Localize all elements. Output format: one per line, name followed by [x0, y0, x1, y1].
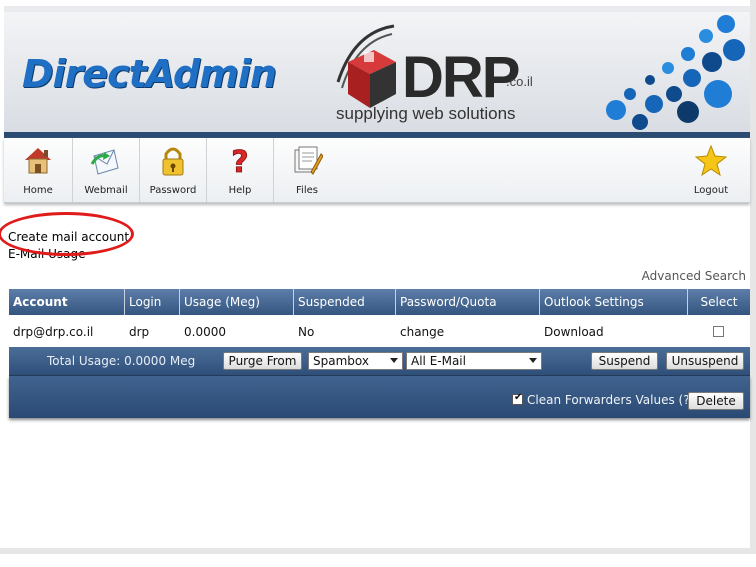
star-icon — [695, 144, 727, 177]
toolbar-home[interactable]: Home — [4, 138, 73, 202]
toolbar-help[interactable]: ? Help — [207, 138, 274, 202]
cell-usage: 0.0000 — [184, 325, 226, 339]
svg-text:?: ? — [231, 145, 248, 178]
toolbar-home-label: Home — [23, 185, 53, 196]
unsuspend-button[interactable]: Unsuspend — [666, 352, 744, 370]
drp-cube-logo-icon — [336, 24, 396, 108]
toolbar-password-label: Password — [149, 185, 197, 196]
column-header-select: Select — [700, 295, 738, 309]
column-header-password-quota: Password/Quota — [396, 289, 540, 315]
clean-forwarders-checkbox[interactable]: ✔ — [512, 392, 523, 405]
files-icon — [294, 146, 323, 175]
table-row: drp@drp.co.il drp 0.0000 No change Downl… — [9, 317, 750, 347]
table-delete-bar: ✔ Clean Forwarders Values (?) Delete — [9, 376, 750, 418]
column-header-outlook-settings: Outlook Settings — [540, 289, 688, 315]
toolbar-password[interactable]: Password — [140, 138, 207, 202]
drp-domain-suffix: .co.il — [506, 74, 533, 89]
drp-logo-text: DRP — [402, 45, 520, 110]
clean-forwarders-label: Clean Forwarders Values (?) — [527, 393, 695, 407]
email-filter-select-value: All E-Mail — [411, 354, 466, 368]
company-tagline: supplying web solutions — [336, 104, 516, 123]
lock-icon — [162, 147, 184, 176]
purge-from-button[interactable]: Purge From — [223, 352, 302, 370]
toolbar-files[interactable]: Files — [274, 138, 340, 202]
cell-login: drp — [129, 325, 150, 339]
webmail-icon — [90, 149, 119, 175]
question-icon: ? — [231, 145, 249, 178]
chevron-down-icon — [529, 358, 537, 363]
column-header-usage[interactable]: Usage (Meg) — [180, 289, 294, 315]
table-actions-bar: Total Usage: 0.0000 Meg Purge From Spamb… — [9, 347, 750, 376]
main-toolbar: Home Webmail Password ? Help Files Logou… — [4, 138, 750, 203]
purge-folder-select[interactable]: Spambox — [308, 352, 403, 370]
change-password-link[interactable]: change — [396, 317, 540, 347]
column-header-suspended[interactable]: Suspended — [294, 289, 396, 315]
home-icon — [25, 148, 51, 174]
column-header-account[interactable]: Account — [9, 289, 125, 315]
decorative-dots-icon — [606, 15, 745, 130]
advanced-search-link[interactable]: Advanced Search — [642, 269, 746, 283]
toolbar-files-label: Files — [296, 185, 318, 196]
row-select-checkbox[interactable] — [713, 326, 724, 337]
column-header-login[interactable]: Login — [125, 289, 180, 315]
download-outlook-settings-link[interactable]: Download — [540, 317, 688, 347]
total-usage-text: Total Usage: 0.0000 Meg — [47, 354, 196, 368]
email-filter-select[interactable]: All E-Mail — [406, 352, 542, 370]
directadmin-logo: DirectAdmin — [22, 52, 277, 96]
toolbar-logout-label: Logout — [693, 185, 729, 196]
toolbar-logout[interactable]: Logout — [676, 138, 746, 202]
checkmark-icon: ✔ — [514, 392, 523, 403]
cell-suspended: No — [298, 325, 315, 339]
toolbar-webmail-label: Webmail — [84, 185, 128, 196]
toolbar-webmail[interactable]: Webmail — [73, 138, 140, 202]
cell-account[interactable]: drp@drp.co.il — [9, 317, 125, 347]
purge-folder-select-value: Spambox — [313, 354, 369, 368]
table-header: Account Login Usage (Meg) Suspended Pass… — [9, 289, 750, 315]
header-banner: DirectAdmin DRP .co.il supplying web sol… — [4, 6, 750, 138]
chevron-down-icon — [390, 358, 398, 363]
delete-button[interactable]: Delete — [688, 392, 744, 410]
toolbar-help-label: Help — [228, 185, 252, 196]
annotation-highlight-oval — [0, 212, 134, 256]
suspend-button[interactable]: Suspend — [591, 352, 658, 370]
